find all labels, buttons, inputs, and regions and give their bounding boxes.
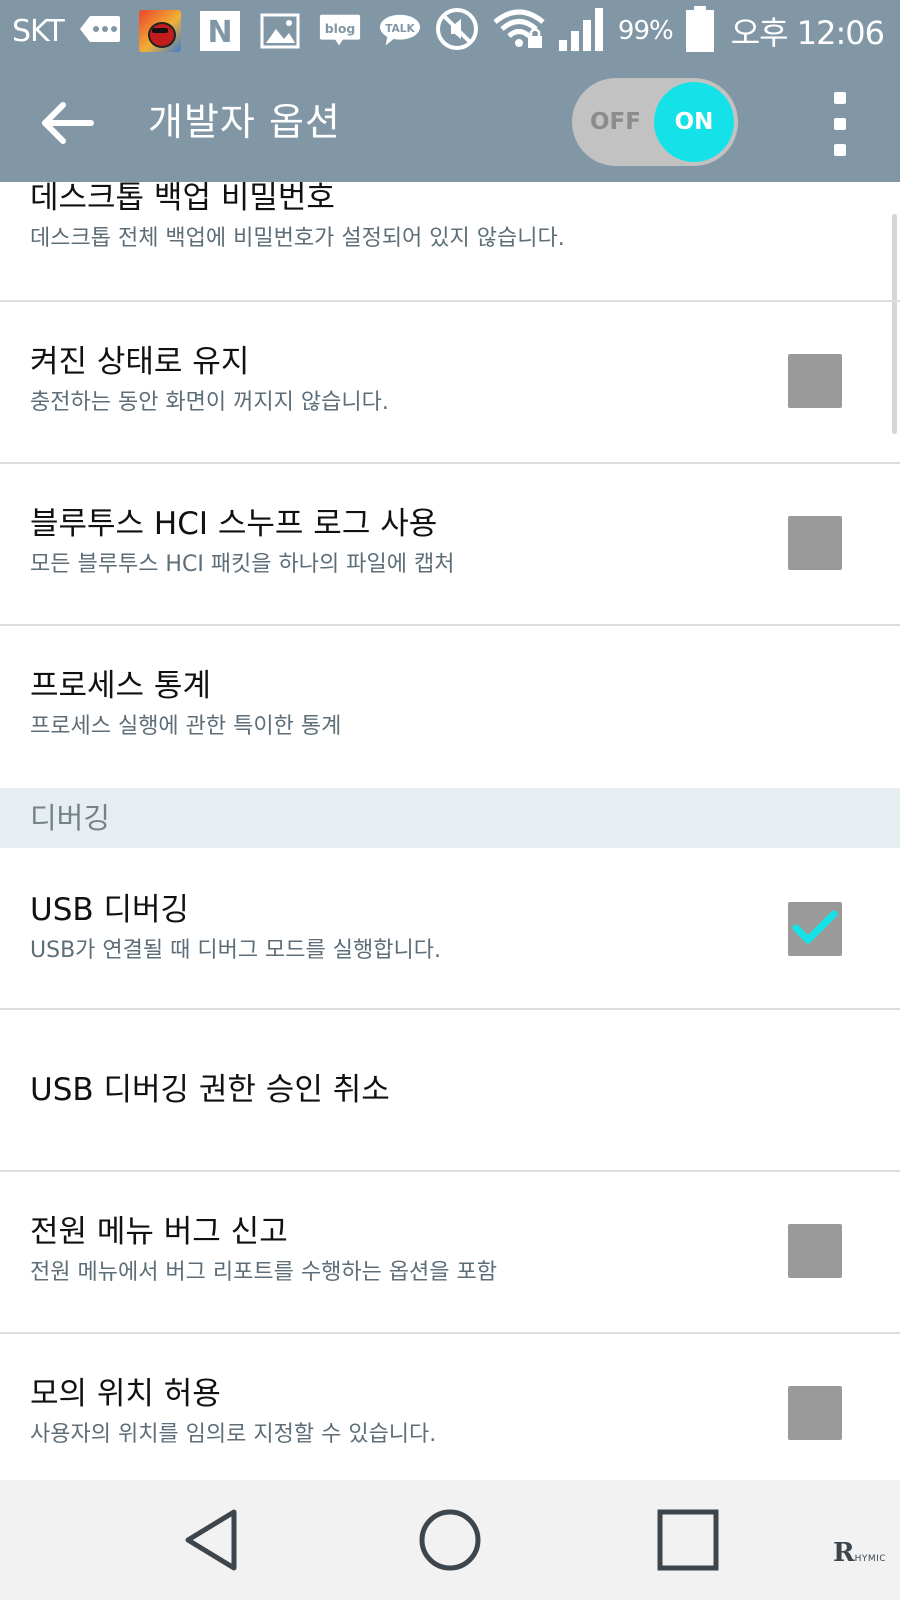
setting-title: USB 디버깅 권한 승인 취소 xyxy=(30,1072,390,1108)
setting-usb-debugging[interactable]: USB 디버깅 USB가 연결될 때 디버그 모드를 실행합니다. xyxy=(0,848,900,1010)
section-header-label: 디버깅 xyxy=(30,801,111,835)
mute-icon xyxy=(434,6,480,56)
square-recents-icon xyxy=(657,1509,719,1571)
checkmark-icon xyxy=(792,910,838,944)
setting-bluetooth-hci-snoop-log[interactable]: 블루투스 HCI 스누프 로그 사용 모든 블루투스 HCI 패킷을 하나의 파… xyxy=(0,464,900,626)
toggle-off-label: OFF xyxy=(590,109,641,135)
talk-label: TALK xyxy=(385,23,415,35)
status-bar-right: 99% 오후 12:06 xyxy=(422,0,885,62)
bluetooth-hci-snoop-checkbox[interactable] xyxy=(788,516,842,570)
wifi-icon xyxy=(492,8,546,54)
talk-icon: TALK xyxy=(378,11,422,51)
settings-list[interactable]: 데스크톱 백업 비밀번호 데스크톱 전체 백업에 비밀번호가 설정되어 있지 않… xyxy=(0,182,900,1480)
brand-watermark: RHYMIC xyxy=(833,1538,886,1568)
setting-revoke-usb-debugging-authorizations[interactable]: USB 디버깅 권한 승인 취소 xyxy=(0,1010,900,1172)
developer-options-toggle[interactable]: OFF ON xyxy=(572,78,738,166)
setting-summary: USB가 연결될 때 디버그 모드를 실행합니다. xyxy=(30,938,441,963)
nav-recents-button[interactable] xyxy=(633,1480,743,1600)
setting-title: 켜진 상태로 유지 xyxy=(30,344,250,380)
battery-percent: 99% xyxy=(617,16,674,46)
triangle-back-icon xyxy=(185,1509,237,1571)
setting-summary: 데스크톱 전체 백업에 비밀번호가 설정되어 있지 않습니다. xyxy=(30,226,565,251)
brand-initial: R xyxy=(833,1538,855,1568)
blog-icon: blog xyxy=(318,11,362,51)
setting-allow-mock-locations[interactable]: 모의 위치 허용 사용자의 위치를 임의로 지정할 수 있습니다. xyxy=(0,1334,900,1480)
setting-title: 프로세스 통계 xyxy=(30,668,211,704)
netmarble-game-icon xyxy=(138,10,182,52)
setting-summary: 프로세스 실행에 관한 특이한 통계 xyxy=(30,714,342,739)
setting-title: 모의 위치 허용 xyxy=(30,1376,221,1412)
setting-stay-awake[interactable]: 켜진 상태로 유지 충전하는 동안 화면이 꺼지지 않습니다. xyxy=(0,302,900,464)
gallery-icon xyxy=(258,11,302,51)
circle-home-icon xyxy=(419,1509,481,1571)
menu-dot xyxy=(834,144,846,156)
carrier-label: SKT xyxy=(12,13,65,49)
toggle-knob: ON xyxy=(654,82,734,162)
page-title: 개발자 옵션 xyxy=(148,100,341,144)
navigation-bar: RHYMIC xyxy=(0,1480,900,1600)
nav-home-button[interactable] xyxy=(395,1480,505,1600)
n-app-letter: N xyxy=(207,15,232,50)
setting-summary: 충전하는 동안 화면이 꺼지지 않습니다. xyxy=(30,390,389,415)
message-bubble-icon xyxy=(78,11,122,51)
setting-title: 데스크톱 백업 비밀번호 xyxy=(30,182,335,216)
menu-dot xyxy=(834,118,846,130)
setting-title: 블루투스 HCI 스누프 로그 사용 xyxy=(30,506,438,542)
status-bar: SKT N blog TALK 99% 오후 12:06 xyxy=(0,0,900,62)
setting-power-menu-bug-report[interactable]: 전원 메뉴 버그 신고 전원 메뉴에서 버그 리포트를 수행하는 옵션을 포함 xyxy=(0,1172,900,1334)
arrow-left-icon xyxy=(42,102,94,144)
setting-title: USB 디버깅 xyxy=(30,892,190,928)
section-header-debugging: 디버깅 xyxy=(0,788,900,848)
usb-debugging-checkbox[interactable] xyxy=(788,902,842,956)
signal-strength-icon xyxy=(558,6,606,56)
nav-back-button[interactable] xyxy=(157,1480,267,1600)
more-options-icon[interactable] xyxy=(820,92,860,156)
brand-rest: HYMIC xyxy=(854,1554,887,1564)
menu-dot xyxy=(834,92,846,104)
n-app-icon: N xyxy=(198,11,242,51)
power-menu-bug-report-checkbox[interactable] xyxy=(788,1224,842,1278)
mock-locations-checkbox[interactable] xyxy=(788,1386,842,1440)
back-button[interactable] xyxy=(32,88,102,158)
app-bar: 개발자 옵션 OFF ON xyxy=(0,62,900,182)
game-thumbnail xyxy=(138,10,181,52)
clock: 오후 12:06 xyxy=(730,14,885,52)
blog-label: blog xyxy=(324,21,355,36)
toggle-on-label: ON xyxy=(674,109,714,135)
setting-process-stats[interactable]: 프로세스 통계 프로세스 실행에 관한 특이한 통계 xyxy=(0,626,900,788)
setting-summary: 모든 블루투스 HCI 패킷을 하나의 파일에 캡처 xyxy=(30,552,455,577)
setting-summary: 사용자의 위치를 임의로 지정할 수 있습니다. xyxy=(30,1422,437,1447)
stay-awake-checkbox[interactable] xyxy=(788,354,842,408)
status-bar-left: SKT N blog TALK xyxy=(12,0,438,62)
battery-icon xyxy=(685,5,715,57)
setting-summary: 전원 메뉴에서 버그 리포트를 수행하는 옵션을 포함 xyxy=(30,1260,498,1285)
setting-desktop-backup-password[interactable]: 데스크톱 백업 비밀번호 데스크톱 전체 백업에 비밀번호가 설정되어 있지 않… xyxy=(0,182,900,302)
setting-title: 전원 메뉴 버그 신고 xyxy=(30,1214,288,1250)
